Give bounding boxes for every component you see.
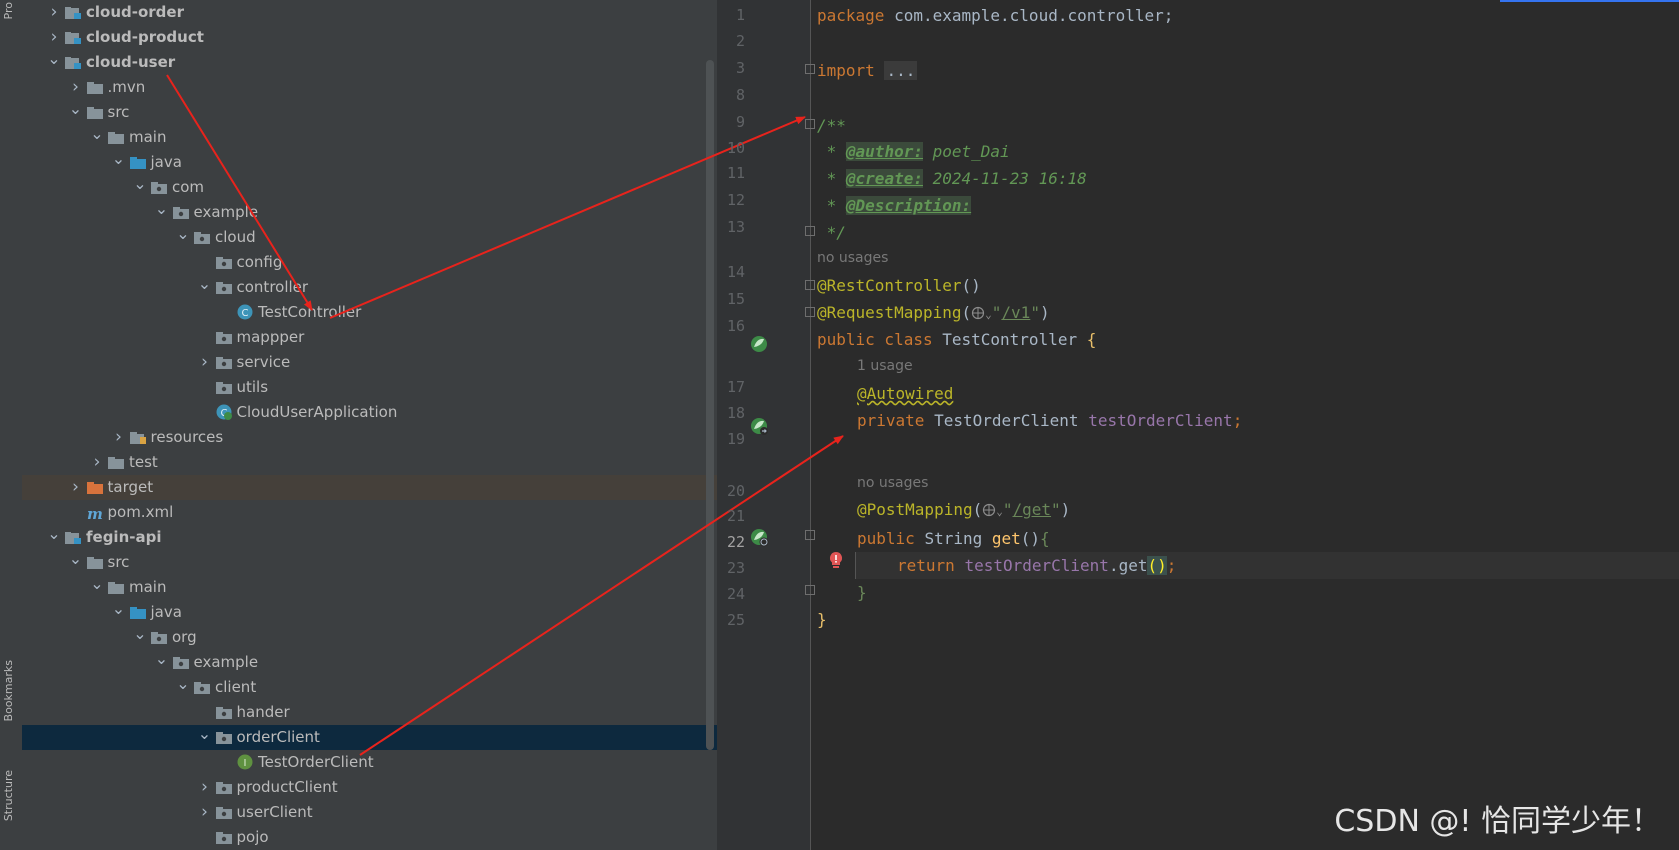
line-number[interactable]: 17 bbox=[717, 374, 745, 401]
line-number[interactable]: 10 bbox=[717, 135, 745, 162]
line-number[interactable]: 11 bbox=[717, 160, 745, 187]
red-arrow bbox=[166, 74, 313, 311]
line-number[interactable]: 15 bbox=[717, 286, 745, 313]
line-number[interactable]: 16 bbox=[717, 313, 745, 340]
line-number[interactable]: 24 bbox=[717, 581, 745, 608]
line-number[interactable]: 18 bbox=[717, 400, 745, 427]
line-number[interactable]: 9 bbox=[717, 109, 745, 136]
red-arrow bbox=[359, 435, 844, 756]
line-number[interactable]: 8 bbox=[717, 82, 745, 109]
line-number[interactable]: 14 bbox=[717, 259, 745, 286]
line-number[interactable]: 12 bbox=[717, 187, 745, 214]
line-number[interactable]: 25 bbox=[717, 607, 745, 634]
line-number[interactable]: 2 bbox=[717, 28, 745, 55]
line-number[interactable]: 20 bbox=[717, 478, 745, 505]
line-number[interactable]: 22 bbox=[717, 529, 745, 556]
line-number[interactable]: 3 bbox=[717, 55, 745, 82]
line-number[interactable]: 1 bbox=[717, 2, 745, 29]
annotation-arrows bbox=[166, 74, 844, 756]
line-number[interactable]: 19 bbox=[717, 426, 745, 453]
line-number[interactable]: 21 bbox=[717, 503, 745, 530]
line-number[interactable]: 23 bbox=[717, 555, 745, 582]
line-number[interactable]: 13 bbox=[717, 214, 745, 241]
